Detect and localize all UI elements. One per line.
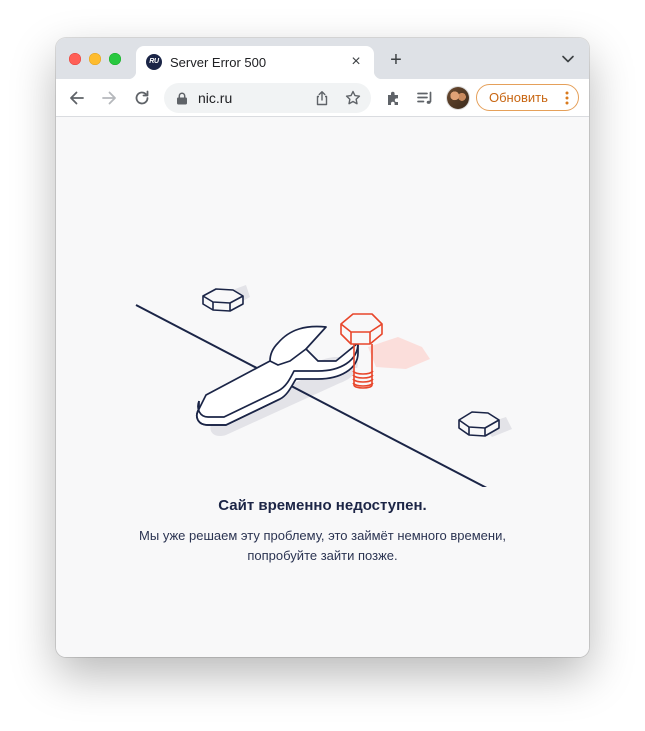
reload-icon[interactable] (132, 88, 152, 108)
media-icon[interactable] (415, 88, 435, 108)
new-tab-button[interactable]: + (386, 50, 406, 70)
window-close-button[interactable] (69, 53, 81, 65)
window-minimize-button[interactable] (89, 53, 101, 65)
forward-icon[interactable] (99, 88, 119, 108)
toolbar: nic.ru Обновить (56, 79, 589, 117)
error-description: Мы уже решаем эту проблему, это займёт н… (96, 526, 549, 566)
address-bar[interactable]: nic.ru (164, 83, 371, 113)
page-content: Сайт временно недоступен. Мы уже решаем … (56, 117, 589, 657)
window-maximize-button[interactable] (109, 53, 121, 65)
browser-window: RU Server Error 500 × + nic.ru Обновить … (56, 38, 589, 657)
extensions-icon[interactable] (384, 88, 404, 108)
bookmark-star-icon[interactable] (345, 90, 361, 106)
menu-dots-icon[interactable] (565, 91, 569, 105)
tab-active[interactable]: RU Server Error 500 × (128, 46, 382, 79)
back-icon[interactable] (67, 88, 87, 108)
broken-tools-illustration (135, 285, 512, 487)
tab-close-icon[interactable]: × (348, 54, 364, 70)
favicon-icon: RU (146, 54, 162, 70)
share-icon[interactable] (314, 90, 330, 106)
error-description-line: Мы уже решаем эту проблему, это займёт н… (139, 528, 506, 543)
illustration-shadows (210, 285, 512, 437)
tab-search-icon[interactable] (561, 52, 575, 66)
error-title: Сайт временно недоступен. (218, 497, 427, 514)
error-description-line: попробуйте зайти позже. (247, 548, 398, 563)
update-button-label: Обновить (489, 90, 548, 105)
tab-title: Server Error 500 (170, 55, 267, 70)
lock-icon[interactable] (176, 92, 188, 105)
profile-avatar[interactable] (447, 87, 469, 109)
update-button[interactable]: Обновить (476, 84, 579, 111)
tab-strip: RU Server Error 500 × + (56, 38, 589, 79)
url-text[interactable]: nic.ru (198, 90, 232, 106)
hex-nut-icon (202, 288, 244, 312)
